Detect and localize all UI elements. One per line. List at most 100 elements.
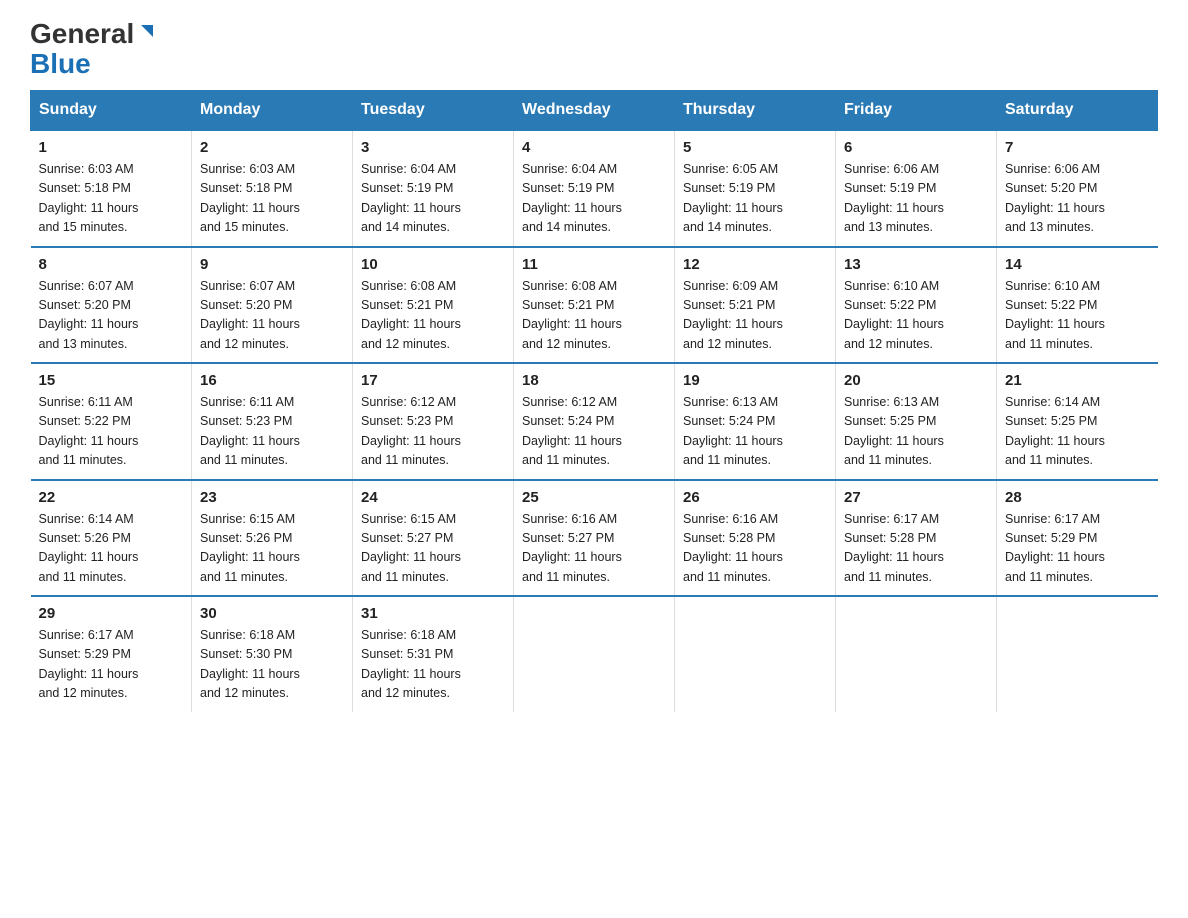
day-info: Sunrise: 6:07 AM Sunset: 5:20 PM Dayligh… — [39, 277, 184, 355]
day-number: 4 — [522, 139, 666, 156]
day-info: Sunrise: 6:10 AM Sunset: 5:22 PM Dayligh… — [1005, 277, 1150, 355]
header-monday: Monday — [192, 91, 353, 131]
day-info: Sunrise: 6:05 AM Sunset: 5:19 PM Dayligh… — [683, 160, 827, 238]
day-number: 7 — [1005, 139, 1150, 156]
calendar-cell: 19 Sunrise: 6:13 AM Sunset: 5:24 PM Dayli… — [675, 363, 836, 480]
calendar-cell: 7 Sunrise: 6:06 AM Sunset: 5:20 PM Daylig… — [997, 130, 1158, 247]
day-number: 9 — [200, 256, 344, 273]
day-number: 25 — [522, 489, 666, 506]
calendar-cell: 26 Sunrise: 6:16 AM Sunset: 5:28 PM Dayli… — [675, 480, 836, 597]
day-info: Sunrise: 6:18 AM Sunset: 5:31 PM Dayligh… — [361, 626, 505, 704]
day-number: 26 — [683, 489, 827, 506]
day-info: Sunrise: 6:03 AM Sunset: 5:18 PM Dayligh… — [39, 160, 184, 238]
day-number: 31 — [361, 605, 505, 622]
day-number: 19 — [683, 372, 827, 389]
week-row-4: 22Sunrise: 6:14 AM Sunset: 5:26 PM Dayli… — [31, 480, 1158, 597]
calendar-cell: 27 Sunrise: 6:17 AM Sunset: 5:28 PM Dayli… — [836, 480, 997, 597]
day-info: Sunrise: 6:12 AM Sunset: 5:23 PM Dayligh… — [361, 393, 505, 471]
logo: General Blue — [30, 20, 158, 80]
day-number: 16 — [200, 372, 344, 389]
day-number: 3 — [361, 139, 505, 156]
calendar-cell: 5 Sunrise: 6:05 AM Sunset: 5:19 PM Daylig… — [675, 130, 836, 247]
day-info: Sunrise: 6:04 AM Sunset: 5:19 PM Dayligh… — [522, 160, 666, 238]
day-info: Sunrise: 6:13 AM Sunset: 5:24 PM Dayligh… — [683, 393, 827, 471]
calendar-table: SundayMondayTuesdayWednesdayThursdayFrid… — [30, 90, 1158, 712]
day-number: 8 — [39, 256, 184, 273]
day-info: Sunrise: 6:07 AM Sunset: 5:20 PM Dayligh… — [200, 277, 344, 355]
day-number: 28 — [1005, 489, 1150, 506]
day-info: Sunrise: 6:06 AM Sunset: 5:20 PM Dayligh… — [1005, 160, 1150, 238]
logo-icon — [136, 21, 158, 43]
day-info: Sunrise: 6:08 AM Sunset: 5:21 PM Dayligh… — [522, 277, 666, 355]
day-number: 24 — [361, 489, 505, 506]
day-info: Sunrise: 6:14 AM Sunset: 5:25 PM Dayligh… — [1005, 393, 1150, 471]
day-info: Sunrise: 6:06 AM Sunset: 5:19 PM Dayligh… — [844, 160, 988, 238]
day-info: Sunrise: 6:09 AM Sunset: 5:21 PM Dayligh… — [683, 277, 827, 355]
day-info: Sunrise: 6:16 AM Sunset: 5:28 PM Dayligh… — [683, 510, 827, 588]
header-wednesday: Wednesday — [514, 91, 675, 131]
calendar-cell — [675, 596, 836, 712]
calendar-cell: 9 Sunrise: 6:07 AM Sunset: 5:20 PM Daylig… — [192, 247, 353, 364]
day-info: Sunrise: 6:15 AM Sunset: 5:26 PM Dayligh… — [200, 510, 344, 588]
page-header: General Blue — [30, 20, 1158, 80]
header-friday: Friday — [836, 91, 997, 131]
calendar-cell: 3 Sunrise: 6:04 AM Sunset: 5:19 PM Daylig… — [353, 130, 514, 247]
day-number: 12 — [683, 256, 827, 273]
calendar-cell — [997, 596, 1158, 712]
day-info: Sunrise: 6:12 AM Sunset: 5:24 PM Dayligh… — [522, 393, 666, 471]
day-info: Sunrise: 6:17 AM Sunset: 5:28 PM Dayligh… — [844, 510, 988, 588]
day-number: 30 — [200, 605, 344, 622]
day-number: 21 — [1005, 372, 1150, 389]
day-number: 23 — [200, 489, 344, 506]
header-row: SundayMondayTuesdayWednesdayThursdayFrid… — [31, 91, 1158, 131]
calendar-cell: 2Sunrise: 6:03 AM Sunset: 5:18 PM Daylig… — [192, 130, 353, 247]
header-tuesday: Tuesday — [353, 91, 514, 131]
week-row-1: 1 Sunrise: 6:03 AM Sunset: 5:18 PM Daylig… — [31, 130, 1158, 247]
calendar-cell: 17 Sunrise: 6:12 AM Sunset: 5:23 PM Dayli… — [353, 363, 514, 480]
calendar-cell: 15Sunrise: 6:11 AM Sunset: 5:22 PM Dayli… — [31, 363, 192, 480]
day-number: 11 — [522, 256, 666, 273]
day-number: 17 — [361, 372, 505, 389]
calendar-cell: 23 Sunrise: 6:15 AM Sunset: 5:26 PM Dayli… — [192, 480, 353, 597]
calendar-cell: 21 Sunrise: 6:14 AM Sunset: 5:25 PM Dayli… — [997, 363, 1158, 480]
day-number: 1 — [39, 139, 184, 156]
calendar-cell: 8 Sunrise: 6:07 AM Sunset: 5:20 PM Daylig… — [31, 247, 192, 364]
calendar-cell: 18 Sunrise: 6:12 AM Sunset: 5:24 PM Dayli… — [514, 363, 675, 480]
calendar-cell: 11 Sunrise: 6:08 AM Sunset: 5:21 PM Dayli… — [514, 247, 675, 364]
calendar-cell: 24Sunrise: 6:15 AM Sunset: 5:27 PM Dayli… — [353, 480, 514, 597]
day-info: Sunrise: 6:17 AM Sunset: 5:29 PM Dayligh… — [1005, 510, 1150, 588]
calendar-cell: 1 Sunrise: 6:03 AM Sunset: 5:18 PM Daylig… — [31, 130, 192, 247]
day-number: 29 — [39, 605, 184, 622]
calendar-cell — [514, 596, 675, 712]
day-info: Sunrise: 6:16 AM Sunset: 5:27 PM Dayligh… — [522, 510, 666, 588]
day-info: Sunrise: 6:04 AM Sunset: 5:19 PM Dayligh… — [361, 160, 505, 238]
calendar-cell: 4 Sunrise: 6:04 AM Sunset: 5:19 PM Daylig… — [514, 130, 675, 247]
calendar-cell: 28 Sunrise: 6:17 AM Sunset: 5:29 PM Dayli… — [997, 480, 1158, 597]
header-saturday: Saturday — [997, 91, 1158, 131]
day-info: Sunrise: 6:11 AM Sunset: 5:22 PM Dayligh… — [39, 393, 184, 471]
day-info: Sunrise: 6:17 AM Sunset: 5:29 PM Dayligh… — [39, 626, 184, 704]
day-number: 10 — [361, 256, 505, 273]
calendar-cell: 25 Sunrise: 6:16 AM Sunset: 5:27 PM Dayli… — [514, 480, 675, 597]
calendar-cell: 20Sunrise: 6:13 AM Sunset: 5:25 PM Dayli… — [836, 363, 997, 480]
calendar-cell: 29 Sunrise: 6:17 AM Sunset: 5:29 PM Dayli… — [31, 596, 192, 712]
calendar-cell: 30Sunrise: 6:18 AM Sunset: 5:30 PM Dayli… — [192, 596, 353, 712]
day-info: Sunrise: 6:10 AM Sunset: 5:22 PM Dayligh… — [844, 277, 988, 355]
week-row-3: 15Sunrise: 6:11 AM Sunset: 5:22 PM Dayli… — [31, 363, 1158, 480]
calendar-cell: 10Sunrise: 6:08 AM Sunset: 5:21 PM Dayli… — [353, 247, 514, 364]
day-number: 6 — [844, 139, 988, 156]
calendar-cell: 22Sunrise: 6:14 AM Sunset: 5:26 PM Dayli… — [31, 480, 192, 597]
day-info: Sunrise: 6:14 AM Sunset: 5:26 PM Dayligh… — [39, 510, 184, 588]
logo-general: General — [30, 20, 134, 48]
logo-blue: Blue — [30, 48, 91, 80]
day-info: Sunrise: 6:11 AM Sunset: 5:23 PM Dayligh… — [200, 393, 344, 471]
calendar-cell: 31 Sunrise: 6:18 AM Sunset: 5:31 PM Dayli… — [353, 596, 514, 712]
day-number: 27 — [844, 489, 988, 506]
week-row-5: 29 Sunrise: 6:17 AM Sunset: 5:29 PM Dayli… — [31, 596, 1158, 712]
calendar-cell: 16 Sunrise: 6:11 AM Sunset: 5:23 PM Dayli… — [192, 363, 353, 480]
day-number: 18 — [522, 372, 666, 389]
day-number: 13 — [844, 256, 988, 273]
day-number: 20 — [844, 372, 988, 389]
day-number: 5 — [683, 139, 827, 156]
week-row-2: 8 Sunrise: 6:07 AM Sunset: 5:20 PM Daylig… — [31, 247, 1158, 364]
